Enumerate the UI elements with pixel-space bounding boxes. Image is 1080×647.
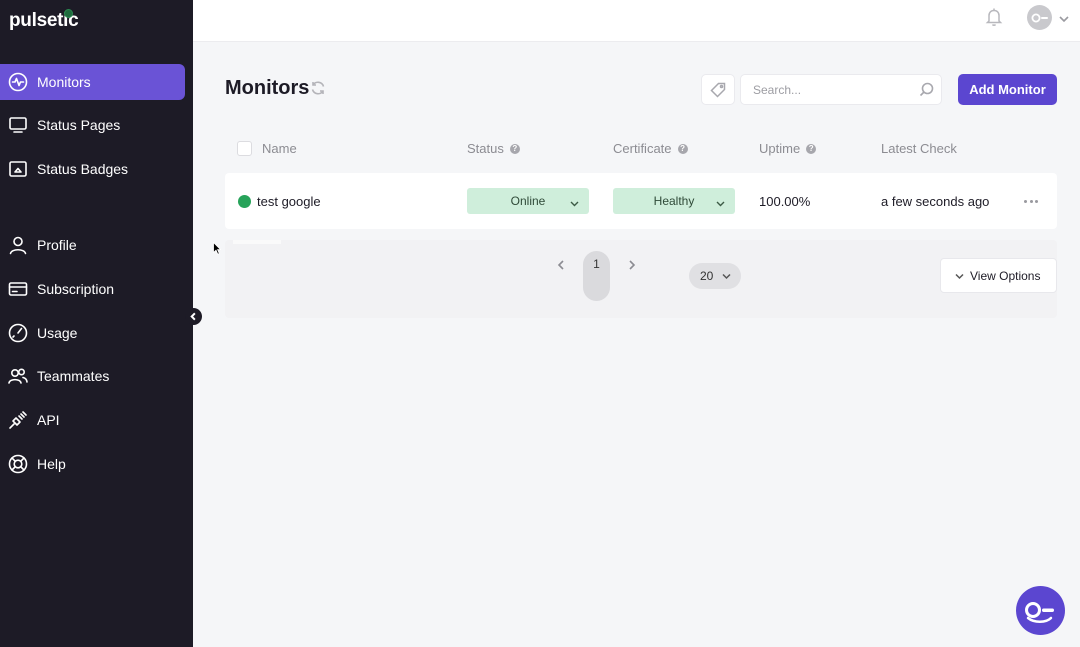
chevron-down-icon <box>955 273 964 280</box>
certificate-dropdown[interactable]: Healthy <box>613 188 735 214</box>
sidebar-item-teammates[interactable]: Teammates <box>0 358 185 394</box>
prev-page-icon[interactable] <box>556 258 566 270</box>
sidebar-item-label: Help <box>37 456 66 472</box>
latest-check-value: a few seconds ago <box>881 194 990 209</box>
sidebar-item-label: Subscription <box>37 281 115 297</box>
sidebar-item-label: Status Badges <box>37 161 129 177</box>
pagination-bar <box>225 240 1057 318</box>
users-icon <box>8 366 28 386</box>
chevron-down-icon <box>570 197 579 207</box>
chevron-left-icon <box>190 312 196 321</box>
page-title: Monitors <box>225 77 310 99</box>
uptime-value: 100.00% <box>759 194 811 209</box>
chat-support-button[interactable] <box>1016 586 1065 635</box>
chevron-down-icon[interactable] <box>1058 11 1070 23</box>
chevron-down-icon <box>722 273 731 280</box>
page-size-select[interactable]: 20 <box>689 263 741 289</box>
search-box <box>740 74 942 105</box>
app-logo[interactable]: pulsetic <box>9 9 79 32</box>
monitor-pulse-icon <box>8 72 28 92</box>
row-placeholder <box>233 240 281 244</box>
help-icon[interactable]: ? <box>677 143 688 154</box>
notification-bell-icon[interactable] <box>985 7 1003 27</box>
sidebar-item-api[interactable]: API <box>0 402 185 438</box>
sidebar-item-status-badges[interactable]: Status Badges <box>0 151 185 187</box>
sidebar-item-label: Profile <box>37 237 77 253</box>
sidebar-item-label: Monitors <box>37 74 91 90</box>
avatar-face-icon <box>1031 13 1048 22</box>
collapse-sidebar-button[interactable] <box>185 308 202 325</box>
status-indicator-dot <box>238 195 251 208</box>
monitor-name[interactable]: test google <box>257 194 321 209</box>
column-header-name[interactable]: Name <box>262 141 297 156</box>
table-row[interactable]: test google Online Healthy 100.00% a few… <box>225 173 1057 229</box>
column-header-uptime[interactable]: Uptime ? <box>759 141 817 156</box>
plug-icon <box>8 410 28 430</box>
badge-image-icon <box>8 159 28 179</box>
top-bar <box>193 0 1080 42</box>
chevron-down-icon <box>716 197 725 207</box>
sidebar-item-profile[interactable]: Profile <box>0 227 185 263</box>
search-input[interactable] <box>741 75 911 104</box>
help-icon[interactable]: ? <box>806 143 817 154</box>
sidebar-item-help[interactable]: Help <box>0 446 185 482</box>
credit-card-icon <box>8 279 28 299</box>
screen-icon <box>8 115 28 135</box>
chat-face-icon <box>1024 601 1054 623</box>
gauge-icon <box>8 323 28 343</box>
refresh-icon[interactable] <box>310 80 326 96</box>
select-all-checkbox[interactable] <box>237 141 252 156</box>
page-number-button[interactable]: 1 <box>583 251 610 301</box>
sidebar-item-label: Teammates <box>37 368 110 384</box>
search-icon[interactable] <box>919 82 934 97</box>
sidebar-item-subscription[interactable]: Subscription <box>0 271 185 307</box>
lifebuoy-icon <box>8 454 28 474</box>
sidebar-item-monitors[interactable]: Monitors <box>0 64 185 100</box>
add-monitor-button[interactable]: Add Monitor <box>958 74 1057 105</box>
status-dropdown[interactable]: Online <box>467 188 589 214</box>
sidebar-item-label: Usage <box>37 325 78 341</box>
tags-filter-button[interactable] <box>701 74 735 105</box>
column-header-status[interactable]: Status ? <box>467 141 520 156</box>
sidebar-item-usage[interactable]: Usage <box>0 315 185 351</box>
user-icon <box>8 235 28 255</box>
logo-dot <box>64 9 73 18</box>
more-options-icon[interactable] <box>1024 200 1038 204</box>
column-header-certificate[interactable]: Certificate ? <box>613 141 688 156</box>
sidebar-item-label: API <box>37 412 60 428</box>
sidebar-item-label: Status Pages <box>37 117 121 133</box>
user-avatar[interactable] <box>1027 5 1052 30</box>
next-page-icon[interactable] <box>627 258 637 270</box>
sidebar: pulsetic Monitors Status Pages Status Ba… <box>0 0 193 647</box>
tag-icon <box>710 82 726 98</box>
sidebar-item-status-pages[interactable]: Status Pages <box>0 107 185 143</box>
mouse-cursor-icon <box>213 242 221 255</box>
view-options-button[interactable]: View Options <box>940 258 1057 293</box>
help-icon[interactable]: ? <box>509 143 520 154</box>
column-header-latest-check[interactable]: Latest Check <box>881 141 957 156</box>
